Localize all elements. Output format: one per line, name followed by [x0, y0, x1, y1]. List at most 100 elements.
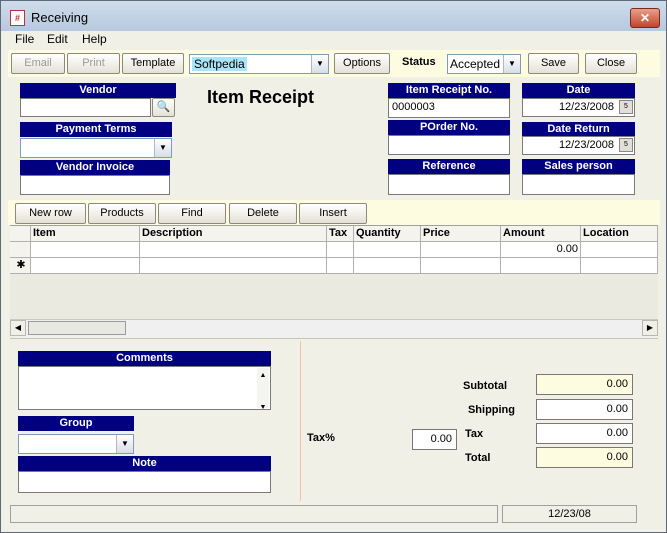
note-input[interactable] — [18, 471, 271, 493]
comments-textarea[interactable]: ▲ ▼ — [18, 366, 271, 411]
page-title: Item Receipt — [207, 87, 315, 107]
receiving-window: # Receiving ✕ File Edit Help Email Print… — [0, 0, 667, 533]
col-location[interactable]: Location — [581, 226, 658, 242]
subtotal-label: Subtotal — [463, 380, 507, 392]
delete-button[interactable]: Delete — [229, 203, 297, 224]
vendor-invoice-label: Vendor Invoice — [20, 160, 170, 175]
row-header[interactable] — [10, 242, 31, 258]
date-input[interactable]: 12/23/2008 5 — [522, 98, 635, 117]
reference-label: Reference — [388, 159, 510, 174]
magnifier-icon[interactable]: 🔍 — [152, 98, 175, 117]
total-value: 0.00 — [536, 447, 633, 468]
divider — [10, 338, 658, 339]
chevron-down-icon[interactable]: ▼ — [116, 435, 133, 453]
chevron-down-icon[interactable]: ▼ — [503, 55, 520, 73]
cell-item[interactable] — [31, 242, 140, 258]
porder-input[interactable] — [388, 135, 510, 155]
chevron-down-icon[interactable]: ▼ — [154, 139, 171, 157]
tax-pct-input[interactable]: 0.00 — [412, 429, 457, 450]
grid-horizontal-scrollbar[interactable]: ◀ ▶ — [10, 319, 658, 337]
title-bar[interactable]: # Receiving ✕ — [1, 1, 666, 31]
status-date: 12/23/08 — [502, 505, 637, 523]
shipping-input[interactable]: 0.00 — [536, 399, 633, 420]
new-cell-quantity[interactable] — [354, 258, 421, 274]
salesperson-input[interactable] — [522, 174, 635, 195]
group-label: Group — [18, 416, 134, 431]
cell-location[interactable] — [581, 242, 658, 258]
comments-label: Comments — [18, 351, 271, 366]
tax-label: Tax — [465, 428, 484, 440]
scroll-left-icon[interactable]: ◀ — [10, 320, 26, 336]
subtotal-value: 0.00 — [536, 374, 633, 395]
payment-terms-select[interactable]: ▼ — [20, 138, 172, 158]
menu-file[interactable]: File — [15, 32, 34, 46]
date-return-value: 12/23/2008 — [558, 139, 614, 151]
shipping-label: Shipping — [467, 404, 515, 416]
status-message — [10, 505, 498, 523]
cell-tax[interactable] — [327, 242, 354, 258]
new-cell-tax[interactable] — [327, 258, 354, 274]
reference-input[interactable] — [388, 174, 510, 195]
new-cell-item[interactable] — [31, 258, 140, 274]
vendor-input[interactable] — [20, 98, 151, 117]
menu-edit[interactable]: Edit — [47, 32, 68, 46]
date-value: 12/23/2008 — [558, 101, 614, 113]
note-label: Note — [18, 456, 271, 471]
items-grid[interactable]: Item Description Tax Quantity Price Amou… — [10, 225, 658, 321]
cell-description[interactable] — [140, 242, 327, 258]
new-cell-description[interactable] — [140, 258, 327, 274]
window-title: Receiving — [31, 10, 89, 25]
col-amount[interactable]: Amount — [501, 226, 581, 242]
new-cell-price[interactable] — [421, 258, 501, 274]
scroll-right-icon[interactable]: ▶ — [642, 320, 658, 336]
insert-button[interactable]: Insert — [299, 203, 367, 224]
total-label: Total — [465, 452, 491, 464]
receipt-no-label: Item Receipt No. — [388, 83, 510, 98]
chevron-down-icon[interactable]: ▼ — [311, 55, 328, 73]
cell-price[interactable] — [421, 242, 501, 258]
new-row-button[interactable]: New row — [15, 203, 86, 224]
col-item[interactable]: Item — [31, 226, 140, 242]
menu-help[interactable]: Help — [82, 32, 107, 46]
new-row-marker-icon[interactable]: ✱ — [10, 258, 31, 274]
template-button[interactable]: Template — [122, 53, 184, 74]
scroll-thumb[interactable] — [28, 321, 126, 335]
tax-pct-label: Tax% — [307, 432, 335, 444]
comments-scrollbar[interactable]: ▲ ▼ — [257, 368, 269, 411]
tax-input[interactable]: 0.00 — [536, 423, 633, 444]
status-value: Accepted — [450, 57, 501, 71]
options-button[interactable]: Options — [334, 53, 390, 74]
calendar-icon[interactable]: 5 — [619, 138, 633, 152]
close-window-icon[interactable]: ✕ — [630, 8, 660, 28]
date-return-input[interactable]: 12/23/2008 5 — [522, 136, 635, 155]
email-button[interactable]: Email — [11, 53, 65, 74]
cell-quantity[interactable] — [354, 242, 421, 258]
porder-label: POrder No. — [388, 120, 510, 135]
template-select[interactable]: Softpedia ▼ — [189, 54, 329, 74]
calendar-icon[interactable]: 5 — [619, 100, 633, 114]
toolbar: Email Print Template Softpedia ▼ Options… — [8, 50, 660, 77]
col-price[interactable]: Price — [421, 226, 501, 242]
print-button[interactable]: Print — [67, 53, 120, 74]
vendor-invoice-input[interactable] — [20, 175, 170, 195]
cell-amount[interactable]: 0.00 — [501, 242, 581, 258]
save-button[interactable]: Save — [528, 53, 579, 74]
col-quantity[interactable]: Quantity — [354, 226, 421, 242]
status-select[interactable]: Accepted ▼ — [447, 54, 521, 74]
row-action-bar: New row Products Find Delete Insert — [8, 200, 660, 225]
new-cell-location[interactable] — [581, 258, 658, 274]
app-icon: # — [10, 10, 25, 26]
new-cell-amount[interactable] — [501, 258, 581, 274]
status-bar: 12/23/08 — [10, 505, 658, 525]
row-header-corner — [10, 226, 31, 242]
totals-panel — [300, 341, 659, 501]
template-value: Softpedia — [192, 57, 247, 71]
receipt-no-input[interactable]: 0000003 — [388, 98, 510, 118]
col-description[interactable]: Description — [140, 226, 327, 242]
status-label: Status — [402, 56, 436, 68]
col-tax[interactable]: Tax — [327, 226, 354, 242]
products-button[interactable]: Products — [88, 203, 156, 224]
find-button[interactable]: Find — [158, 203, 226, 224]
group-select[interactable]: ▼ — [18, 434, 134, 454]
close-button[interactable]: Close — [585, 53, 637, 74]
